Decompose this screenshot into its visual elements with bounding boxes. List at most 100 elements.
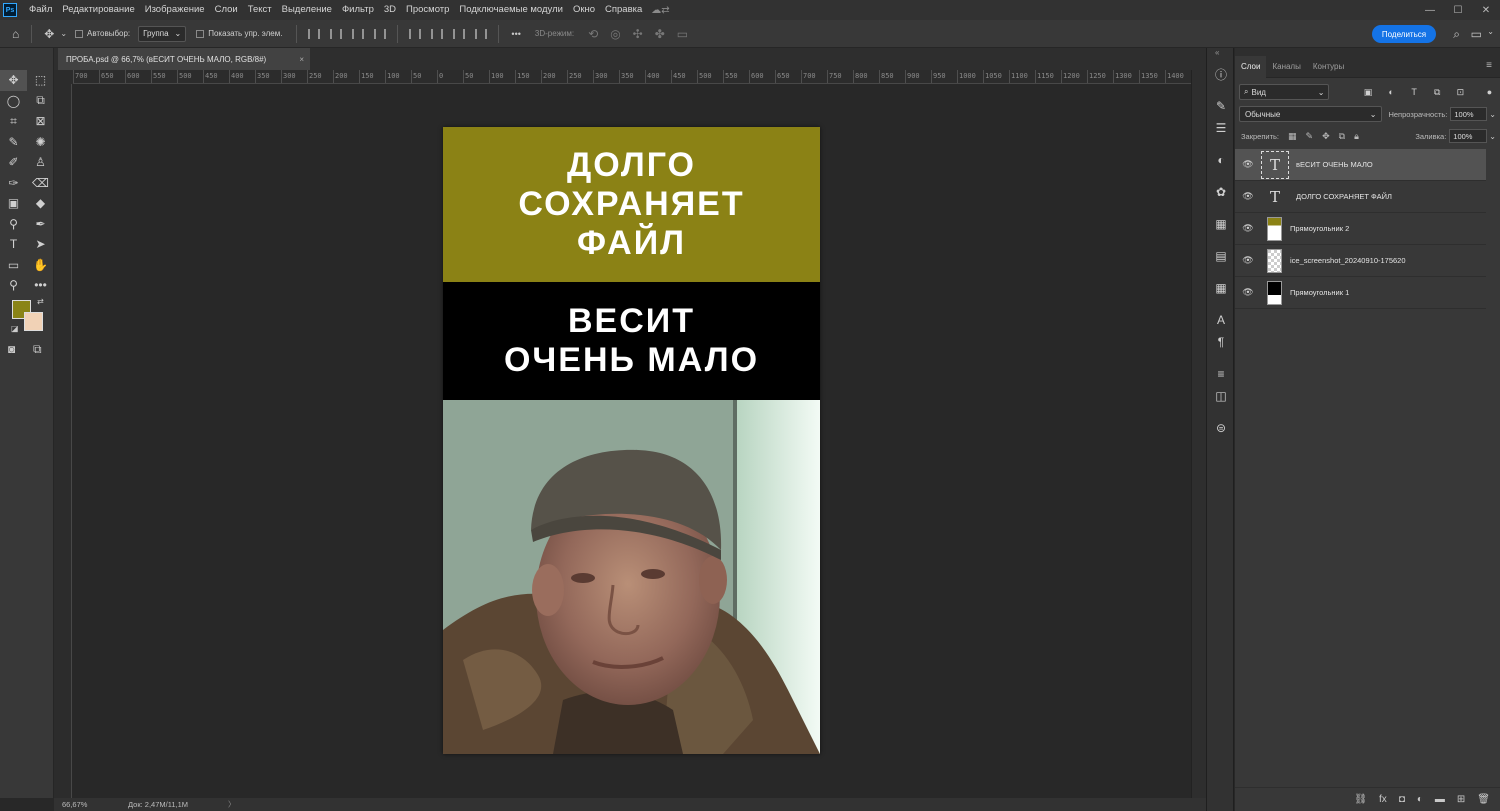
checkbox-box[interactable]: [75, 29, 84, 38]
document-tab[interactable]: ПРОБА.psd @ 66,7% (вЕСИТ ОЧЕНЬ МАЛО, RGB…: [58, 48, 310, 70]
lock-all-icon[interactable]: 🔒︎: [1354, 131, 1359, 142]
vertical-scrollbar[interactable]: [1191, 70, 1206, 798]
3d-orbit-icon[interactable]: ⟲: [588, 27, 598, 41]
pen-tool-icon[interactable]: ✒: [27, 214, 54, 235]
3d-scale-icon[interactable]: ▭: [677, 27, 688, 41]
menu-type[interactable]: Текст: [243, 0, 277, 20]
paragraph-icon[interactable]: ¶: [1211, 332, 1231, 352]
layer-name[interactable]: ice_screenshot_20240910-175620: [1290, 256, 1406, 265]
layer-filter-dropdown[interactable]: ⌕ Вид ⌄: [1239, 84, 1330, 100]
delete-layer-icon[interactable]: 🗑︎: [1477, 794, 1490, 805]
lock-position-icon[interactable]: ✥: [1322, 131, 1330, 142]
blur-tool-icon[interactable]: ◆: [27, 193, 54, 214]
opacity-input[interactable]: 100%: [1450, 107, 1488, 121]
history-brush-tool-icon[interactable]: ✑: [0, 173, 27, 194]
checkbox-box[interactable]: [196, 29, 205, 38]
add-mask-icon[interactable]: ◘: [1399, 794, 1405, 805]
adjust-sliders-icon[interactable]: ☰: [1211, 118, 1231, 138]
filter-pixel-icon[interactable]: ▣: [1361, 87, 1374, 98]
collapse-panels-icon[interactable]: «: [1215, 48, 1219, 57]
patterns-icon[interactable]: ▦: [1211, 214, 1231, 234]
menu-window[interactable]: Окно: [568, 0, 600, 20]
maximize-button[interactable]: ☐: [1444, 0, 1472, 20]
align-middle-icon[interactable]: [431, 28, 444, 39]
layer-row[interactable]: 👁︎ Прямоугольник 2: [1235, 213, 1486, 245]
hand-tool-icon[interactable]: ✋: [27, 255, 54, 276]
lock-image-icon[interactable]: ✎: [1306, 131, 1314, 142]
quick-mask-icon[interactable]: ◙: [8, 342, 15, 356]
layer-name[interactable]: Прямоугольник 1: [1290, 288, 1349, 297]
fill-input[interactable]: 100%: [1449, 129, 1488, 143]
3d-roll-icon[interactable]: ◎: [610, 27, 620, 41]
distribute-horizontal-icon[interactable]: [374, 28, 387, 39]
eye-icon[interactable]: 👁︎: [1235, 223, 1261, 234]
align-bottom-icon[interactable]: [453, 28, 466, 39]
document-canvas[interactable]: ДОЛГО СОХРАНЯЕТ ФАЙЛ ВЕСИТ ОЧЕНЬ МАЛО: [443, 127, 820, 754]
gradients-icon[interactable]: ▤: [1211, 246, 1231, 266]
more-options-icon[interactable]: •••: [511, 29, 520, 39]
eye-icon[interactable]: 👁︎: [1235, 159, 1261, 170]
menu-filter[interactable]: Фильтр: [337, 0, 379, 20]
layer-row[interactable]: 👁︎ ice_screenshot_20240910-175620: [1235, 245, 1486, 277]
character-icon[interactable]: A: [1211, 310, 1231, 330]
dodge-tool-icon[interactable]: ⚲: [0, 214, 27, 235]
3d-pan-icon[interactable]: ✣: [633, 27, 643, 41]
new-layer-icon[interactable]: ⊞: [1457, 794, 1465, 805]
lasso-tool-icon[interactable]: ◯: [0, 91, 27, 112]
background-color-swatch[interactable]: [24, 312, 43, 331]
menu-view[interactable]: Просмотр: [401, 0, 454, 20]
zoom-level[interactable]: 66,67%: [54, 800, 114, 809]
swap-colors-icon[interactable]: ⇄: [37, 297, 44, 306]
close-tab-icon[interactable]: ×: [299, 55, 304, 64]
filter-toggle-icon[interactable]: ●: [1483, 87, 1496, 97]
frame-tool-icon[interactable]: ⊠: [27, 111, 54, 132]
layer-row[interactable]: 👁︎ T вЕСИТ ОЧЕНЬ МАЛО: [1235, 149, 1486, 181]
chevron-down-icon[interactable]: ⌄: [1487, 27, 1494, 36]
gradient-tool-icon[interactable]: ▣: [0, 193, 27, 214]
search-icon[interactable]: ⌕: [1453, 27, 1460, 42]
object-select-tool-icon[interactable]: ⧉: [27, 91, 54, 112]
new-adjustment-icon[interactable]: ◐: [1417, 794, 1423, 805]
plugin-icon[interactable]: ⊜: [1211, 418, 1231, 438]
default-colors-icon[interactable]: ◪: [11, 324, 19, 333]
filter-shape-icon[interactable]: ⧉: [1431, 87, 1444, 98]
show-transform-checkbox[interactable]: Показать упр. элем.: [196, 29, 282, 38]
auto-select-dropdown[interactable]: Группа ⌄: [138, 25, 187, 42]
lock-transparent-icon[interactable]: ▦: [1288, 131, 1297, 142]
menu-plugins[interactable]: Подключаемые модули: [454, 0, 568, 20]
crop-tool-icon[interactable]: ⌗: [0, 111, 27, 132]
layer-name[interactable]: Прямоугольник 2: [1290, 224, 1349, 233]
home-icon[interactable]: ⌂: [12, 27, 19, 41]
menu-3d[interactable]: 3D: [379, 0, 401, 20]
libraries-icon[interactable]: ◫: [1211, 386, 1231, 406]
menu-help[interactable]: Справка: [600, 0, 647, 20]
canvas-area[interactable]: ДОЛГО СОХРАНЯЕТ ФАЙЛ ВЕСИТ ОЧЕНЬ МАЛО: [73, 85, 1191, 797]
lock-artboard-icon[interactable]: ⧉: [1339, 131, 1345, 142]
filter-type-icon[interactable]: T: [1408, 87, 1421, 97]
layer-row[interactable]: 👁︎ T ДОЛГО СОХРАНЯЕТ ФАЙЛ: [1235, 181, 1486, 213]
screen-mode-icon[interactable]: ⧉: [33, 342, 42, 357]
menu-file[interactable]: Файл: [24, 0, 57, 20]
layer-style-icon[interactable]: fx: [1379, 794, 1387, 805]
move-tool-icon[interactable]: ✥: [0, 70, 27, 91]
clone-stamp-tool-icon[interactable]: ♙: [27, 152, 54, 173]
swatches-icon[interactable]: ✿: [1211, 182, 1231, 202]
rectangle-tool-icon[interactable]: ▭: [0, 255, 27, 276]
blend-mode-dropdown[interactable]: Обычные ⌄: [1239, 106, 1383, 122]
tab-paths[interactable]: Контуры: [1307, 56, 1350, 78]
align-right-icon[interactable]: [352, 28, 365, 39]
menu-edit[interactable]: Редактирование: [57, 0, 139, 20]
layer-row[interactable]: 👁︎ Прямоугольник 1: [1235, 277, 1486, 309]
menu-image[interactable]: Изображение: [140, 0, 210, 20]
menu-layers[interactable]: Слои: [210, 0, 243, 20]
brush-tool-icon[interactable]: ✐: [0, 152, 27, 173]
layer-name[interactable]: вЕСИТ ОЧЕНЬ МАЛО: [1296, 160, 1373, 169]
panel-menu-icon[interactable]: ≡: [1486, 60, 1492, 71]
auto-select-checkbox[interactable]: Автовыбор:: [75, 29, 130, 38]
eraser-tool-icon[interactable]: ⌫: [27, 173, 54, 194]
cloud-sync-icon[interactable]: ☁⇄: [651, 5, 669, 16]
link-layers-icon[interactable]: ⛓: [1354, 794, 1367, 805]
layer-name[interactable]: ДОЛГО СОХРАНЯЕТ ФАЙЛ: [1296, 192, 1392, 201]
share-button[interactable]: Поделиться: [1372, 25, 1436, 43]
workspace-icon[interactable]: ▭: [1471, 27, 1482, 41]
